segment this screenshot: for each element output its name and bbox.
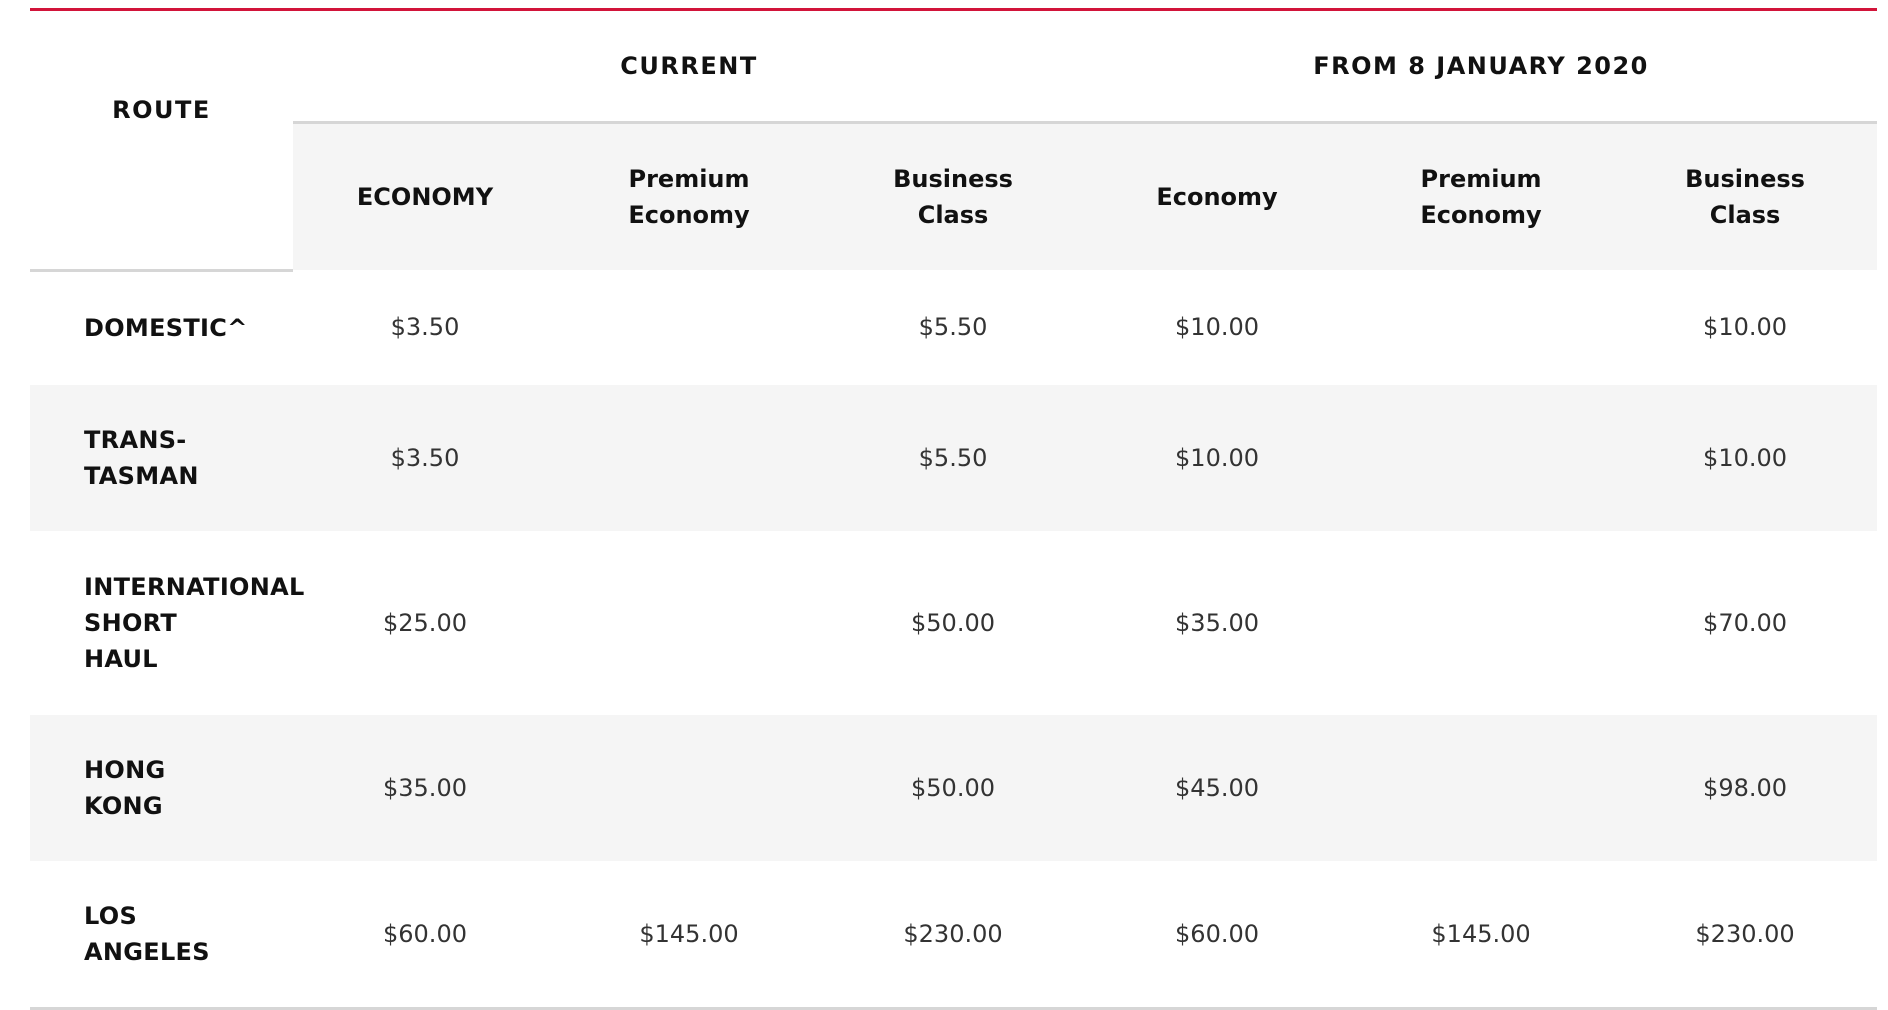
- fee-table-container: ROUTE CURRENT FROM 8 JANUARY 2020 ECONOM…: [30, 0, 1878, 1010]
- class-header-future-2: Business Class: [1613, 122, 1878, 270]
- fee-cell: [1349, 384, 1614, 531]
- table-row: LOS ANGELES $60.00 $145.00 $230.00 $60.00 $145…: [30, 860, 1878, 1010]
- fee-cell: [557, 530, 821, 715]
- fee-cell: $25.00: [293, 530, 557, 715]
- route-name-line: HAUL: [84, 644, 158, 673]
- class-header-line: Class: [917, 201, 989, 229]
- route-name-line: DOMESTIC^: [84, 314, 248, 342]
- class-header-line: Economy: [1420, 201, 1542, 229]
- fee-cell: $145.00: [1349, 860, 1614, 1010]
- route-name-line: HONG: [84, 755, 166, 784]
- fee-cell: $5.50: [821, 270, 1086, 385]
- fee-cell: $50.00: [821, 714, 1086, 861]
- route-name-cell: HONG KONG: [30, 714, 293, 861]
- table-row: INTERNATIONAL SHORT HAUL $25.00 $50.00 $35.00…: [30, 530, 1878, 715]
- route-name-cell: LOS ANGELES: [30, 860, 293, 1010]
- table-row: HONG KONG $35.00 $50.00 $45.00 $98.00: [30, 714, 1878, 861]
- fee-cell: $230.00: [821, 860, 1086, 1010]
- class-header-line: ECONOMY: [356, 183, 494, 211]
- class-header-line: Class: [1709, 201, 1781, 229]
- table-body: DOMESTIC^ $3.50 $5.50 $10.00 $10.00 TRANS- TAS…: [30, 270, 1878, 1010]
- route-name-cell: TRANS- TASMAN: [30, 384, 293, 531]
- fee-cell: $45.00: [1085, 714, 1350, 861]
- fee-cell: $10.00: [1085, 270, 1350, 385]
- route-name-cell: DOMESTIC^: [30, 270, 293, 385]
- fee-cell: $145.00: [557, 860, 821, 1010]
- fee-cell: [1349, 530, 1614, 715]
- fee-cell: $70.00: [1613, 530, 1878, 715]
- class-header-line: Economy: [1156, 183, 1278, 211]
- fee-cell: $5.50: [821, 384, 1086, 531]
- class-header-current-1: Premium Economy: [557, 122, 821, 270]
- route-name-line: SHORT: [84, 608, 178, 637]
- class-header-future-0: Economy: [1085, 122, 1350, 270]
- route-name-line: ANGELES: [84, 937, 210, 966]
- class-header-line: Premium: [628, 165, 750, 193]
- fee-cell: $35.00: [293, 714, 557, 861]
- fee-cell: $230.00: [1613, 860, 1878, 1010]
- fee-cell: $3.50: [293, 384, 557, 531]
- group-header-future: FROM 8 JANUARY 2020: [1085, 11, 1878, 124]
- fee-cell: $10.00: [1085, 384, 1350, 531]
- fee-cell: [557, 270, 821, 385]
- fee-cell: $50.00: [821, 530, 1086, 715]
- fee-cell: $3.50: [293, 270, 557, 385]
- fee-cell: $60.00: [1085, 860, 1350, 1010]
- fee-cell: [1349, 270, 1614, 385]
- route-name-line: LOS: [84, 901, 138, 930]
- fee-cell: [557, 714, 821, 861]
- route-column-header: ROUTE: [30, 11, 293, 272]
- route-name-line: INTERNATIONAL: [84, 572, 305, 601]
- class-header-current-0: ECONOMY: [293, 122, 557, 270]
- table-group-header-row: ROUTE CURRENT FROM 8 JANUARY 2020: [30, 11, 1878, 272]
- group-header-current: CURRENT: [293, 11, 1086, 124]
- fee-cell: $98.00: [1613, 714, 1878, 861]
- fee-cell: $60.00: [293, 860, 557, 1010]
- fee-cell: [1349, 714, 1614, 861]
- class-header-line: Business: [1685, 165, 1805, 193]
- fee-cell: $35.00: [1085, 530, 1350, 715]
- route-name-line: KONG: [84, 791, 163, 820]
- class-header-line: Economy: [628, 201, 750, 229]
- class-header-line: Premium: [1420, 165, 1542, 193]
- class-header-line: Business: [893, 165, 1013, 193]
- table-row: DOMESTIC^ $3.50 $5.50 $10.00 $10.00: [30, 270, 1878, 385]
- class-header-future-1: Premium Economy: [1349, 122, 1614, 270]
- class-header-current-2: Business Class: [821, 122, 1086, 270]
- route-name-line: TRANS-: [84, 425, 187, 454]
- route-name-line: TASMAN: [84, 461, 199, 490]
- table-row: TRANS- TASMAN $3.50 $5.50 $10.00 $10.00: [30, 384, 1878, 531]
- fee-cell: $10.00: [1613, 270, 1878, 385]
- route-name-cell: INTERNATIONAL SHORT HAUL: [30, 530, 305, 715]
- fee-cell: [557, 384, 821, 531]
- table-class-header-row: ECONOMY Premium Economy Business Class Econom…: [30, 122, 1878, 270]
- fee-table: ROUTE CURRENT FROM 8 JANUARY 2020 ECONOM…: [30, 11, 1878, 1010]
- fee-cell: $10.00: [1613, 384, 1878, 531]
